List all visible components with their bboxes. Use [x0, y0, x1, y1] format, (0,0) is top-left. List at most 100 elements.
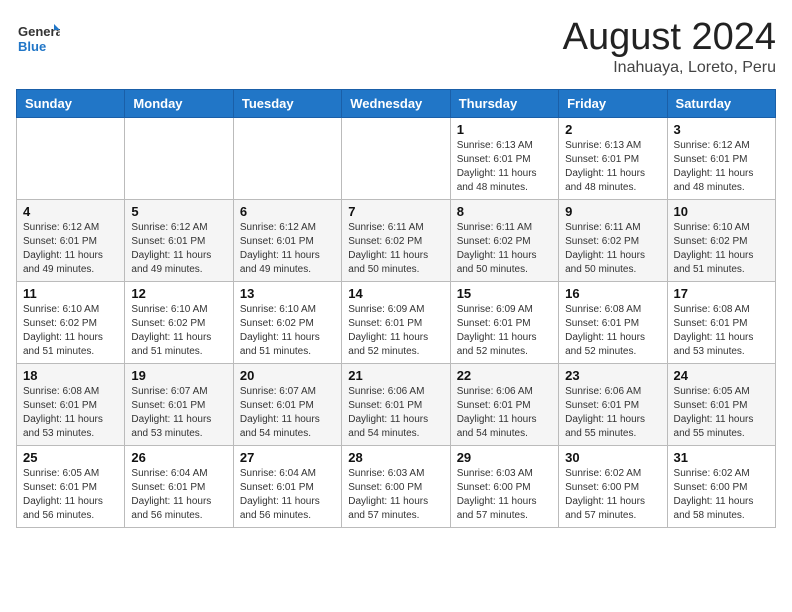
- week-row-4: 18 Sunrise: 6:08 AMSunset: 6:01 PMDayligh…: [17, 364, 776, 446]
- day-info: Sunrise: 6:08 AMSunset: 6:01 PMDaylight:…: [565, 303, 660, 359]
- day-number: 20: [240, 368, 335, 383]
- day-number: 4: [23, 204, 118, 219]
- calendar-cell: 28 Sunrise: 6:03 AMSunset: 6:00 PMDayligh…: [342, 446, 450, 528]
- day-number: 5: [131, 204, 226, 219]
- calendar-cell: [17, 118, 125, 200]
- calendar-cell: [125, 118, 233, 200]
- day-number: 6: [240, 204, 335, 219]
- day-number: 25: [23, 450, 118, 465]
- day-number: 17: [674, 286, 769, 301]
- calendar-cell: 20 Sunrise: 6:07 AMSunset: 6:01 PMDayligh…: [233, 364, 341, 446]
- calendar-cell: [233, 118, 341, 200]
- header-monday: Monday: [125, 90, 233, 118]
- header-tuesday: Tuesday: [233, 90, 341, 118]
- day-number: 11: [23, 286, 118, 301]
- calendar-cell: 15 Sunrise: 6:09 AMSunset: 6:01 PMDayligh…: [450, 282, 558, 364]
- day-info: Sunrise: 6:05 AMSunset: 6:01 PMDaylight:…: [23, 467, 118, 523]
- calendar-cell: 8 Sunrise: 6:11 AMSunset: 6:02 PMDaylight…: [450, 200, 558, 282]
- calendar-cell: 18 Sunrise: 6:08 AMSunset: 6:01 PMDayligh…: [17, 364, 125, 446]
- calendar-cell: 4 Sunrise: 6:12 AMSunset: 6:01 PMDaylight…: [17, 200, 125, 282]
- day-number: 2: [565, 122, 660, 137]
- week-row-2: 4 Sunrise: 6:12 AMSunset: 6:01 PMDaylight…: [17, 200, 776, 282]
- header-sunday: Sunday: [17, 90, 125, 118]
- calendar-cell: 26Sunrise: 6:04 AMSunset: 6:01 PMDayligh…: [125, 446, 233, 528]
- calendar-cell: 22Sunrise: 6:06 AMSunset: 6:01 PMDayligh…: [450, 364, 558, 446]
- day-number: 19: [131, 368, 226, 383]
- day-number: 12: [131, 286, 226, 301]
- day-info: Sunrise: 6:09 AMSunset: 6:01 PMDaylight:…: [457, 303, 552, 359]
- svg-text:General: General: [18, 24, 60, 39]
- day-info: Sunrise: 6:08 AMSunset: 6:01 PMDaylight:…: [23, 385, 118, 441]
- svg-text:Blue: Blue: [18, 39, 46, 54]
- calendar-cell: 14Sunrise: 6:09 AMSunset: 6:01 PMDayligh…: [342, 282, 450, 364]
- calendar-cell: 3Sunrise: 6:12 AMSunset: 6:01 PMDaylight…: [667, 118, 775, 200]
- header-saturday: Saturday: [667, 90, 775, 118]
- page-header: General Blue August 2024 Inahuaya, Loret…: [16, 16, 776, 77]
- day-number: 31: [674, 450, 769, 465]
- day-info: Sunrise: 6:10 AMSunset: 6:02 PMDaylight:…: [240, 303, 335, 359]
- day-info: Sunrise: 6:10 AMSunset: 6:02 PMDaylight:…: [23, 303, 118, 359]
- day-info: Sunrise: 6:03 AMSunset: 6:00 PMDaylight:…: [348, 467, 443, 523]
- calendar-cell: 7 Sunrise: 6:11 AMSunset: 6:02 PMDaylight…: [342, 200, 450, 282]
- day-info: Sunrise: 6:11 AMSunset: 6:02 PMDaylight:…: [348, 221, 443, 277]
- day-number: 29: [457, 450, 552, 465]
- day-info: Sunrise: 6:11 AMSunset: 6:02 PMDaylight:…: [457, 221, 552, 277]
- calendar-cell: 29 Sunrise: 6:03 AMSunset: 6:00 PMDayligh…: [450, 446, 558, 528]
- day-info: Sunrise: 6:07 AMSunset: 6:01 PMDaylight:…: [131, 385, 226, 441]
- calendar-cell: 11 Sunrise: 6:10 AMSunset: 6:02 PMDayligh…: [17, 282, 125, 364]
- day-number: 10: [674, 204, 769, 219]
- day-number: 15: [457, 286, 552, 301]
- calendar-cell: 16 Sunrise: 6:08 AMSunset: 6:01 PMDayligh…: [559, 282, 667, 364]
- day-number: 8: [457, 204, 552, 219]
- calendar-cell: 23Sunrise: 6:06 AMSunset: 6:01 PMDayligh…: [559, 364, 667, 446]
- calendar-cell: 5Sunrise: 6:12 AMSunset: 6:01 PMDaylight…: [125, 200, 233, 282]
- day-number: 1: [457, 122, 552, 137]
- calendar-cell: 31 Sunrise: 6:02 AMSunset: 6:00 PMDayligh…: [667, 446, 775, 528]
- header-wednesday: Wednesday: [342, 90, 450, 118]
- day-number: 13: [240, 286, 335, 301]
- weekday-header-row: Sunday Monday Tuesday Wednesday Thursday…: [17, 90, 776, 118]
- day-info: Sunrise: 6:08 AMSunset: 6:01 PMDaylight:…: [674, 303, 769, 359]
- day-number: 7: [348, 204, 443, 219]
- calendar-cell: 21 Sunrise: 6:06 AMSunset: 6:01 PMDayligh…: [342, 364, 450, 446]
- day-number: 18: [23, 368, 118, 383]
- calendar-cell: 24Sunrise: 6:05 AMSunset: 6:01 PMDayligh…: [667, 364, 775, 446]
- day-info: Sunrise: 6:04 AMSunset: 6:01 PMDaylight:…: [240, 467, 335, 523]
- calendar-cell: 19 Sunrise: 6:07 AMSunset: 6:01 PMDayligh…: [125, 364, 233, 446]
- day-info: Sunrise: 6:11 AMSunset: 6:02 PMDaylight:…: [565, 221, 660, 277]
- day-number: 21: [348, 368, 443, 383]
- day-number: 16: [565, 286, 660, 301]
- calendar-cell: 12 Sunrise: 6:10 AMSunset: 6:02 PMDayligh…: [125, 282, 233, 364]
- day-info: Sunrise: 6:10 AMSunset: 6:02 PMDaylight:…: [674, 221, 769, 277]
- day-number: 24: [674, 368, 769, 383]
- calendar-cell: 9Sunrise: 6:11 AMSunset: 6:02 PMDaylight…: [559, 200, 667, 282]
- day-info: Sunrise: 6:12 AMSunset: 6:01 PMDaylight:…: [23, 221, 118, 277]
- day-info: Sunrise: 6:04 AMSunset: 6:01 PMDaylight:…: [131, 467, 226, 523]
- logo-svg: General Blue: [16, 16, 60, 60]
- day-info: Sunrise: 6:13 AMSunset: 6:01 PMDaylight:…: [565, 139, 660, 195]
- header-friday: Friday: [559, 90, 667, 118]
- calendar-cell: 2 Sunrise: 6:13 AMSunset: 6:01 PMDaylight…: [559, 118, 667, 200]
- day-number: 27: [240, 450, 335, 465]
- day-number: 23: [565, 368, 660, 383]
- day-info: Sunrise: 6:10 AMSunset: 6:02 PMDaylight:…: [131, 303, 226, 359]
- calendar-cell: 1 Sunrise: 6:13 AMSunset: 6:01 PMDaylight…: [450, 118, 558, 200]
- day-info: Sunrise: 6:07 AMSunset: 6:01 PMDaylight:…: [240, 385, 335, 441]
- header-thursday: Thursday: [450, 90, 558, 118]
- day-info: Sunrise: 6:13 AMSunset: 6:01 PMDaylight:…: [457, 139, 552, 195]
- day-info: Sunrise: 6:06 AMSunset: 6:01 PMDaylight:…: [457, 385, 552, 441]
- day-info: Sunrise: 6:03 AMSunset: 6:00 PMDaylight:…: [457, 467, 552, 523]
- day-info: Sunrise: 6:06 AMSunset: 6:01 PMDaylight:…: [348, 385, 443, 441]
- day-info: Sunrise: 6:12 AMSunset: 6:01 PMDaylight:…: [240, 221, 335, 277]
- day-info: Sunrise: 6:02 AMSunset: 6:00 PMDaylight:…: [674, 467, 769, 523]
- calendar-title: August 2024: [563, 16, 776, 59]
- calendar-table: Sunday Monday Tuesday Wednesday Thursday…: [16, 89, 776, 528]
- logo: General Blue: [16, 16, 60, 60]
- day-info: Sunrise: 6:12 AMSunset: 6:01 PMDaylight:…: [674, 139, 769, 195]
- week-row-3: 11 Sunrise: 6:10 AMSunset: 6:02 PMDayligh…: [17, 282, 776, 364]
- calendar-cell: 25 Sunrise: 6:05 AMSunset: 6:01 PMDayligh…: [17, 446, 125, 528]
- calendar-cell: [342, 118, 450, 200]
- week-row-1: 1 Sunrise: 6:13 AMSunset: 6:01 PMDaylight…: [17, 118, 776, 200]
- day-number: 28: [348, 450, 443, 465]
- calendar-cell: 10 Sunrise: 6:10 AMSunset: 6:02 PMDayligh…: [667, 200, 775, 282]
